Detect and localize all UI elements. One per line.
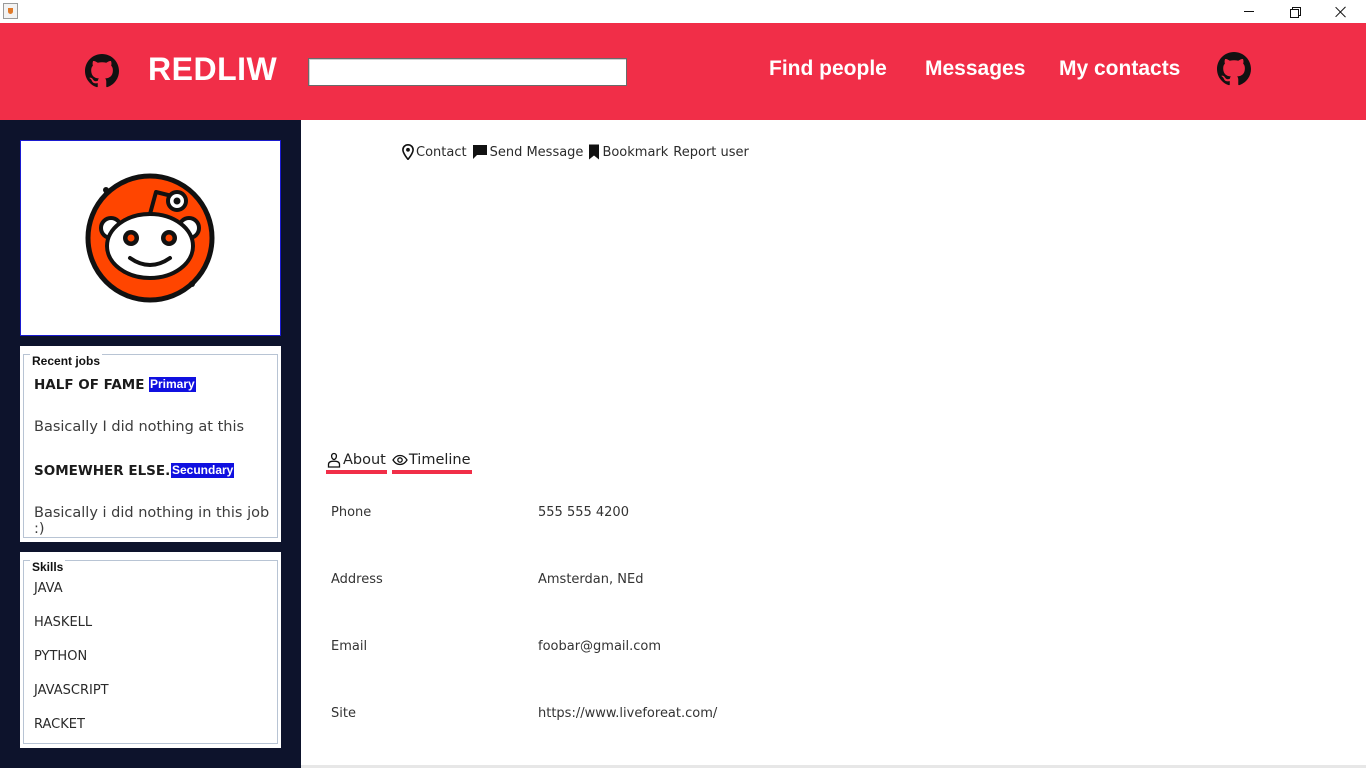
email-label: Email [331, 639, 368, 654]
send-message-action[interactable]: Send Message [472, 144, 584, 160]
profile-sidebar: Recent jobs HALF OF FAME Primary Basical… [0, 120, 301, 768]
skill-item: JAVASCRIPT [34, 683, 109, 698]
bookmark-icon [589, 144, 600, 160]
app-header: REDLIW Find people Messages My contacts [0, 23, 1366, 120]
chat-bubble-icon [472, 145, 487, 159]
job-description: Basically i did nothing in this job :) [34, 505, 270, 537]
skill-item: RACKET [34, 717, 85, 732]
restore-button[interactable] [1272, 0, 1318, 23]
github-icon[interactable] [1217, 52, 1251, 86]
email-value: foobar@gmail.com [538, 639, 662, 654]
user-icon [327, 452, 341, 468]
restore-icon [1290, 6, 1301, 18]
skill-item: JAVA [34, 581, 63, 596]
brand-title: REDLIW [148, 51, 278, 87]
map-pin-icon [402, 144, 414, 160]
nav-my-contacts[interactable]: My contacts [1059, 57, 1180, 81]
tab-about-label: About [343, 452, 386, 468]
job-description: Basically I did nothing at this [34, 419, 245, 435]
window-titlebar [0, 0, 1366, 23]
recent-jobs-legend: Recent jobs [30, 354, 103, 368]
nav-find-people[interactable]: Find people [769, 57, 887, 81]
site-label: Site [331, 706, 356, 721]
contact-label: Contact [416, 144, 467, 160]
tab-about[interactable]: About [326, 450, 387, 474]
bookmark-label: Bookmark [602, 144, 669, 160]
phone-value: 555 555 4200 [538, 505, 629, 520]
eye-icon [392, 454, 408, 466]
job-secondary-badge: Secundary [171, 463, 235, 478]
tab-timeline[interactable]: Timeline [391, 450, 472, 474]
skill-item: HASKELL [34, 615, 93, 630]
close-icon [1335, 6, 1347, 18]
tab-timeline-label: Timeline [408, 452, 471, 468]
send-message-label: Send Message [489, 144, 584, 160]
skills-fieldset: Skills JAVA HASKELL PYTHON JAVASCRIPT RA… [23, 560, 278, 744]
report-user-label: Report user [673, 144, 749, 160]
address-value: Amsterdan, NEd [538, 572, 644, 587]
minimize-button[interactable] [1226, 0, 1272, 23]
address-label: Address [331, 572, 383, 587]
recent-jobs-fieldset: Recent jobs HALF OF FAME Primary Basical… [23, 354, 278, 538]
github-icon[interactable] [85, 54, 119, 88]
job-title: HALF OF FAME [34, 377, 145, 393]
phone-label: Phone [331, 505, 372, 520]
report-user-action[interactable]: Report user [673, 145, 749, 160]
avatar-frame [20, 140, 281, 336]
skills-legend: Skills [30, 560, 66, 574]
site-value[interactable]: https://www.liveforeat.com/ [538, 706, 717, 721]
profile-tabs: About Timeline [326, 450, 477, 474]
job-primary-badge: Primary [149, 377, 196, 392]
job-title: SOMEWHER ELSE.. [34, 463, 176, 479]
nav-messages[interactable]: Messages [925, 57, 1025, 81]
profile-actions: Contact Send Message Bookmark Report use… [402, 144, 754, 160]
bookmark-action[interactable]: Bookmark [588, 144, 668, 160]
search-input[interactable] [308, 58, 627, 86]
avatar [85, 173, 215, 303]
contact-action[interactable]: Contact [402, 144, 467, 160]
java-icon [3, 3, 18, 19]
skill-item: PYTHON [34, 649, 88, 664]
close-button[interactable] [1318, 0, 1364, 23]
skills-panel: Skills JAVA HASKELL PYTHON JAVASCRIPT RA… [20, 552, 281, 748]
minimize-icon [1244, 11, 1254, 12]
recent-jobs-panel: Recent jobs HALF OF FAME Primary Basical… [20, 346, 281, 542]
